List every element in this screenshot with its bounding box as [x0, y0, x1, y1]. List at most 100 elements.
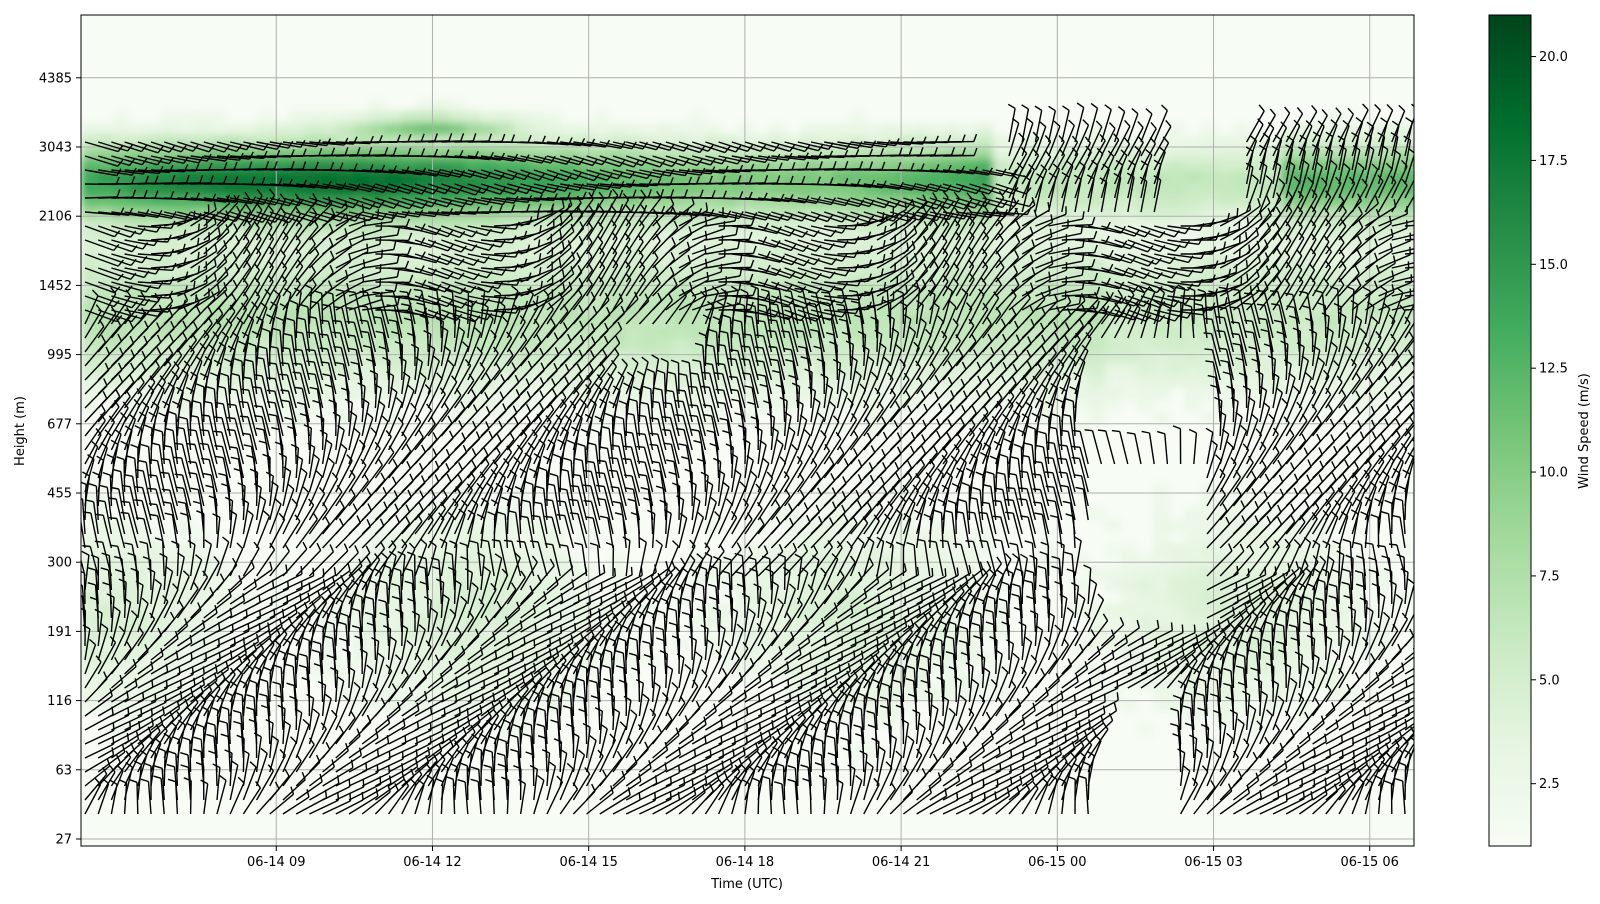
heatmap-cell — [1137, 375, 1154, 388]
heatmap-cell — [1201, 411, 1218, 424]
heatmap-cell — [1137, 567, 1154, 580]
heatmap-cell — [129, 603, 146, 616]
heatmap-cell — [945, 123, 962, 136]
heatmap-cell — [113, 567, 130, 580]
wind-barb-feather — [267, 390, 275, 391]
heatmap-cell — [1137, 387, 1154, 400]
heatmap-cell — [1249, 183, 1266, 196]
heatmap-cell — [1169, 351, 1186, 364]
heatmap-cell — [1377, 351, 1394, 364]
heatmap-cell — [449, 315, 466, 328]
heatmap-cell — [1137, 723, 1154, 736]
heatmap-cell — [1041, 543, 1058, 556]
heatmap-cell — [673, 387, 690, 400]
heatmap-cell — [1121, 627, 1138, 640]
heatmap-cell — [1313, 639, 1330, 652]
heatmap-cell — [657, 123, 674, 136]
heatmap-cell — [81, 171, 98, 184]
wind-barb-feather — [161, 459, 169, 460]
heatmap-cell — [657, 363, 674, 376]
heatmap-cell — [705, 123, 722, 136]
wind-barb-staff — [216, 754, 217, 786]
heatmap-cell — [1137, 579, 1154, 592]
heatmap-cell — [1169, 327, 1186, 340]
heatmap-cell — [833, 171, 850, 184]
heatmap-cell — [1153, 543, 1170, 556]
wind-barb-feather — [201, 459, 209, 460]
wind-barb-feather — [307, 350, 315, 351]
heatmap-cell — [145, 255, 162, 268]
heatmap-cell — [481, 111, 498, 124]
heatmap-cell — [321, 123, 338, 136]
heatmap-cell — [1121, 567, 1138, 580]
heatmap-cell — [241, 123, 258, 136]
heatmap-cell — [417, 111, 434, 124]
wind-barb-feather — [95, 514, 103, 515]
heatmap-cell — [481, 123, 498, 136]
heatmap-cell — [433, 123, 450, 136]
heatmap-cell — [1265, 351, 1282, 364]
wind-barb-feather — [82, 546, 90, 547]
heatmap-cell — [193, 135, 210, 148]
heatmap-cell — [529, 123, 546, 136]
wind-barb-feather — [281, 390, 289, 391]
heatmap-cell — [705, 351, 722, 364]
heatmap-cell — [577, 123, 594, 136]
wind-barb-staff — [322, 293, 323, 324]
heatmap-cell — [1201, 735, 1218, 748]
heatmap-cell — [1313, 315, 1330, 328]
wind-barb-staff — [323, 419, 324, 450]
heatmap-cell — [337, 171, 354, 184]
wind-barb-staff — [190, 401, 191, 436]
heatmap-cell — [1185, 375, 1202, 388]
heatmap-cell — [1121, 171, 1138, 184]
heatmap-cell — [81, 159, 98, 172]
heatmap-cell — [257, 375, 274, 388]
heatmap-cell — [1089, 339, 1106, 352]
heatmap-cell — [897, 171, 914, 184]
heatmap-cell — [1313, 627, 1330, 640]
heatmap-cell — [785, 231, 802, 244]
heatmap-cell — [465, 111, 482, 124]
heatmap-cell — [129, 123, 146, 136]
heatmap-cell — [1233, 375, 1250, 388]
heatmap-cell — [1201, 135, 1218, 148]
heatmap-cell — [1105, 603, 1122, 616]
chart-svg: 06-14 0906-14 1206-14 1506-14 1806-14 21… — [0, 0, 1600, 900]
heatmap-cell — [1169, 135, 1186, 148]
heatmap-cell — [81, 375, 98, 388]
heatmap-cell — [145, 555, 162, 568]
heatmap-cell — [1217, 567, 1234, 580]
heatmap-cell — [305, 111, 322, 124]
heatmap-cell — [193, 195, 210, 208]
heatmap-cell — [1329, 111, 1346, 124]
heatmap-cell — [81, 663, 98, 676]
heatmap-cell — [449, 111, 466, 124]
wind-barb-feather — [253, 387, 261, 388]
heatmap-cell — [545, 123, 562, 136]
heatmap-cell — [1169, 123, 1186, 136]
heatmap-cell — [1281, 351, 1298, 364]
heatmap-cell — [1185, 555, 1202, 568]
heatmap-cell — [785, 183, 802, 196]
heatmap-cell — [993, 135, 1010, 148]
wind-barb-feather — [200, 444, 208, 445]
wind-barb-feather — [174, 457, 182, 458]
heatmap-cell — [929, 555, 946, 568]
heatmap-cell — [929, 171, 946, 184]
heatmap-cell — [1217, 135, 1234, 148]
wind-barb-feather — [95, 541, 103, 542]
heatmap-cell — [81, 183, 98, 196]
heatmap-cell — [1329, 627, 1346, 640]
heatmap-cell — [513, 111, 530, 124]
heatmap-cell — [1169, 543, 1186, 556]
wind-barb-staff — [270, 670, 271, 702]
heatmap-cell — [1153, 495, 1170, 508]
heatmap-cell — [353, 147, 370, 160]
heatmap-cell — [1185, 195, 1202, 208]
wind-barb-chart: 06-14 0906-14 1206-14 1506-14 1806-14 21… — [0, 0, 1600, 900]
heatmap-cell — [1105, 519, 1122, 532]
heatmap-cell — [833, 363, 850, 376]
heatmap-cell — [1105, 375, 1122, 388]
heatmap-cell — [641, 339, 658, 352]
